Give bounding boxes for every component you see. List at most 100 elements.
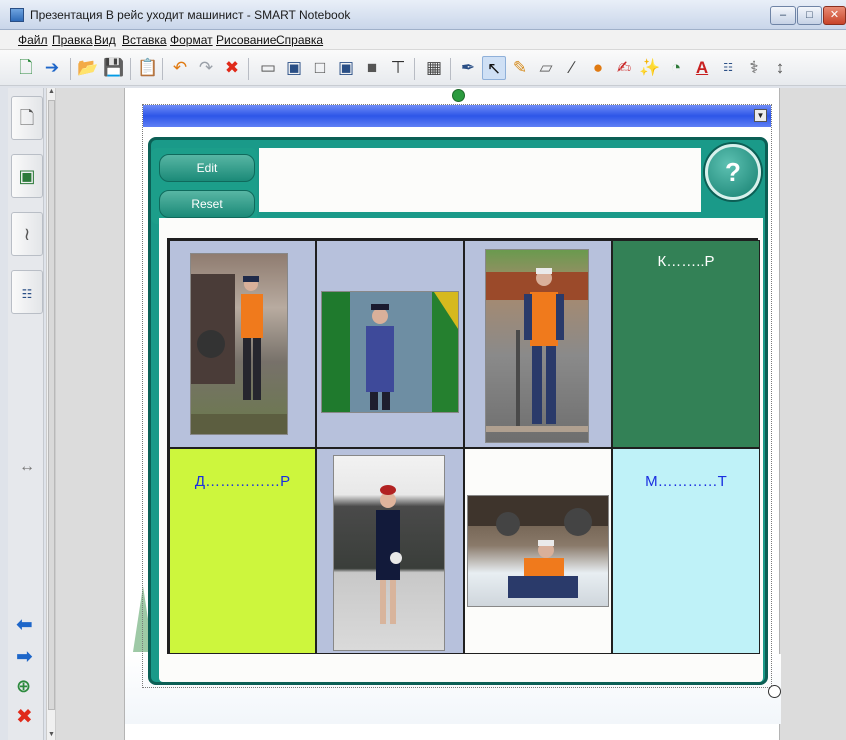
resize-handle[interactable]	[768, 685, 781, 698]
card-photo-conductor[interactable]	[316, 240, 464, 448]
pen-icon[interactable]: ✒	[456, 56, 480, 80]
toolbar-separator	[130, 58, 131, 80]
toolbar-separator	[248, 58, 249, 80]
toolbar-separator	[450, 58, 451, 80]
photo-track-worker	[485, 249, 589, 443]
table-icon[interactable]: ▦	[422, 56, 446, 80]
dual-display-icon[interactable]: □	[308, 56, 332, 80]
toolbar-separator	[70, 58, 71, 80]
screen-shade-icon[interactable]: ▭	[256, 56, 280, 80]
scroll-thumb[interactable]	[48, 100, 55, 710]
controls-panel: Edit Reset	[151, 148, 257, 224]
properties-tab[interactable]: ☷	[11, 270, 43, 314]
card-word-1[interactable]: К……..Р	[612, 240, 760, 448]
gallery-tab[interactable]: ▣	[11, 154, 43, 198]
scroll-up-icon[interactable]: ▲	[47, 88, 56, 95]
toolbar-separator	[162, 58, 163, 80]
line-icon[interactable]: ∕	[560, 56, 584, 80]
card-word-3[interactable]: М…………Т	[612, 448, 760, 654]
widget-menu-icon[interactable]: ▼	[754, 109, 767, 122]
delete-icon[interactable]: ✖	[220, 56, 244, 80]
menu-draw[interactable]: Рисование	[216, 33, 276, 47]
attendant-figure	[376, 485, 402, 624]
shape-icon[interactable]: ●	[586, 56, 610, 80]
app-icon	[10, 8, 24, 22]
redo-icon[interactable]: ↷	[194, 56, 218, 80]
toolbar-separator	[414, 58, 415, 80]
word-2-text: Д……………Р	[194, 473, 291, 490]
text-icon[interactable]: A	[690, 56, 714, 80]
photo-repair-worker	[467, 495, 609, 607]
toolbar-more-icon[interactable]: ↕	[768, 56, 792, 80]
eraser-icon[interactable]: ▱	[534, 56, 558, 80]
repair-worker-figure	[468, 496, 608, 598]
edit-button[interactable]: Edit	[159, 154, 255, 182]
game-area: К……..Р Д……………Р М…………Т	[159, 218, 763, 682]
game-title-area	[259, 148, 701, 212]
card-photo-repair-worker[interactable]	[464, 448, 612, 654]
next-page-nav-icon[interactable]: ➡	[16, 644, 33, 669]
resize-sidebar-icon[interactable]: ↔	[19, 458, 35, 476]
document-camera-icon[interactable]: ⊤	[386, 56, 410, 80]
widget-header[interactable]: ▼	[143, 105, 771, 127]
paste-icon[interactable]: 📋	[136, 56, 160, 80]
magic-pen-icon[interactable]: ✍	[612, 56, 636, 80]
conductor-figure	[322, 292, 458, 412]
menu-edit[interactable]: Правка	[52, 33, 93, 47]
paperclip-icon: ≀	[23, 224, 31, 244]
next-page-icon[interactable]: ➔	[40, 56, 64, 80]
new-page-icon[interactable]: 🗋	[14, 56, 38, 80]
recognize-icon[interactable]: ⚕	[742, 56, 766, 80]
worker-figure	[191, 274, 287, 434]
menu-view[interactable]: Вид	[94, 33, 116, 47]
undo-icon[interactable]: ↶	[168, 56, 192, 80]
menu-insert[interactable]: Вставка	[122, 33, 167, 47]
card-grid: К……..Р Д……………Р М…………Т	[167, 238, 760, 654]
reset-button[interactable]: Reset	[159, 190, 255, 218]
photo-conductor-at-door	[321, 291, 459, 413]
maximize-button[interactable]: □	[797, 6, 822, 25]
card-photo-worker-at-train[interactable]	[169, 240, 316, 448]
show-all-icon[interactable]: ▣	[282, 56, 306, 80]
attachments-tab[interactable]: ≀	[11, 212, 43, 256]
creative-pen-icon[interactable]: ✎	[508, 56, 532, 80]
open-folder-icon[interactable]: 📂	[76, 56, 100, 80]
delete-page-icon[interactable]: ✖	[16, 704, 33, 729]
window-title: Презентация В рейс уходит машинист - SMA…	[30, 8, 351, 22]
menu-help[interactable]: Справка	[276, 33, 323, 47]
close-button[interactable]: ✕	[823, 6, 846, 25]
menu-bar: Файл Правка Вид Вставка Формат Рисование…	[0, 30, 846, 50]
rotate-handle[interactable]	[452, 89, 465, 102]
side-tabs: 🗋 ▣ ≀ ☷ ↔ ⬅ ➡ ⊕ ✖	[8, 88, 44, 740]
card-photo-track-worker[interactable]	[464, 240, 612, 448]
vertical-scrollbar[interactable]: ▲ ▼	[46, 88, 56, 740]
help-button[interactable]: ?	[705, 144, 761, 200]
menu-format[interactable]: Формат	[170, 33, 213, 47]
card-photo-metro-attendant[interactable]	[316, 448, 464, 654]
fill-icon[interactable]: ◔	[664, 56, 688, 80]
minimize-button[interactable]: –	[770, 6, 796, 25]
save-icon[interactable]: 💾	[102, 56, 126, 80]
word-1-text: К……..Р	[657, 253, 715, 270]
highlighter-icon[interactable]: ✨	[638, 56, 662, 80]
game-board: Edit Reset ? К……..Р Д……………Р М…………Т	[148, 137, 768, 685]
scroll-down-icon[interactable]: ▼	[47, 731, 56, 738]
properties-icon[interactable]: ☷	[716, 56, 740, 80]
page-sorter-tab[interactable]: 🗋	[11, 96, 43, 140]
add-page-icon[interactable]: ⊕	[16, 676, 31, 697]
properties-icon: ☷	[21, 287, 33, 301]
page-icon: 🗋	[19, 108, 35, 128]
menu-file[interactable]: Файл	[18, 33, 48, 47]
photo-worker-coupling	[190, 253, 288, 435]
card-word-2[interactable]: Д……………Р	[169, 448, 316, 654]
select-arrow-icon[interactable]: ↖	[482, 56, 506, 80]
photo-metro-attendant	[333, 455, 445, 651]
title-bar: Презентация В рейс уходит машинист - SMA…	[0, 0, 846, 30]
word-3-text: М…………Т	[645, 473, 727, 490]
matching-game-widget[interactable]: ▼ Edit Reset ? К……..Р Д……………Р М…………Т	[142, 89, 781, 698]
gallery-icon: ▣	[18, 166, 36, 186]
previous-page-icon[interactable]: ⬅	[16, 612, 33, 637]
track-worker-figure	[486, 268, 588, 432]
full-screen-icon[interactable]: ▣	[334, 56, 358, 80]
capture-icon[interactable]: ■	[360, 56, 384, 80]
